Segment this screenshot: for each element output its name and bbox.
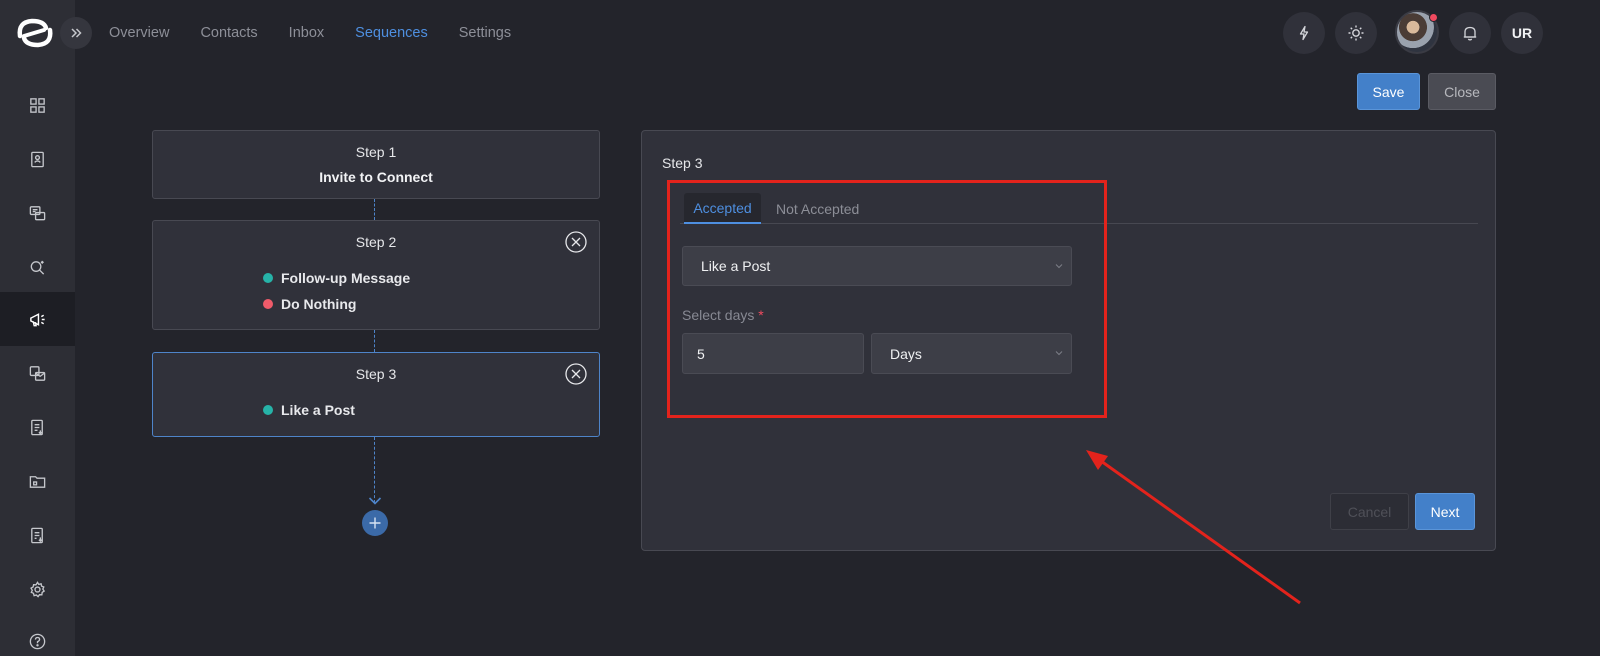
sidebar <box>0 0 75 656</box>
user-initials: UR <box>1511 25 1533 41</box>
chevron-down-icon <box>1055 264 1063 269</box>
step-option: Like a Post <box>263 402 355 418</box>
chat-icon <box>29 205 46 220</box>
sidebar-item-contacts[interactable] <box>0 132 75 186</box>
dashboard-icon <box>30 97 45 113</box>
step-connector <box>374 437 375 503</box>
cancel-button[interactable]: Cancel <box>1330 493 1409 530</box>
step-option-label: Do Nothing <box>281 296 357 312</box>
status-dot <box>1429 13 1438 22</box>
step-option: Do Nothing <box>263 296 356 312</box>
step-action: Invite to Connect <box>319 169 433 185</box>
required-asterisk: * <box>758 307 764 323</box>
days-unit-select[interactable]: Days <box>871 333 1072 374</box>
chevron-down-icon <box>1055 351 1063 356</box>
quick-actions-button[interactable] <box>1283 12 1325 54</box>
sidebar-item-dashboard[interactable] <box>0 78 75 132</box>
sidebar-item-help[interactable] <box>0 614 75 656</box>
close-icon[interactable] <box>565 363 587 385</box>
save-button[interactable]: Save <box>1357 73 1420 110</box>
sidebar-item-search[interactable] <box>0 240 75 294</box>
sidebar-item-settings[interactable] <box>0 562 75 616</box>
chevron-double-right-icon <box>71 28 82 38</box>
accepted-dot <box>263 405 273 415</box>
step-connector <box>374 199 375 220</box>
sidebar-item-campaigns[interactable] <box>0 292 75 346</box>
step-title: Step 2 <box>355 234 397 250</box>
nav-tab-sequences[interactable]: Sequences <box>355 24 428 42</box>
accepted-dot <box>263 273 273 283</box>
folder-icon <box>29 475 46 488</box>
step-title: Step 1 <box>355 144 397 160</box>
step-connector <box>374 330 375 352</box>
plus-icon <box>369 517 381 529</box>
sidebar-item-email-campaigns[interactable] <box>0 346 75 400</box>
step-option-label: Follow-up Message <box>281 270 411 286</box>
sidebar-item-reports[interactable] <box>0 508 75 562</box>
tab-not-accepted[interactable]: Not Accepted <box>776 193 859 224</box>
email-campaign-icon <box>29 365 46 381</box>
report-icon <box>31 527 43 543</box>
app-logo[interactable] <box>14 16 56 50</box>
sidebar-item-files[interactable] <box>0 454 75 508</box>
notifications-button[interactable] <box>1449 12 1491 54</box>
action-select-value: Like a Post <box>701 258 771 274</box>
sun-icon <box>1348 25 1364 41</box>
days-input[interactable]: 5 <box>682 333 864 374</box>
action-select[interactable]: Like a Post <box>682 246 1072 286</box>
panel-title: Step 3 <box>662 155 703 171</box>
chevron-down-icon <box>368 497 382 505</box>
contacts-book-icon <box>31 151 44 167</box>
search-people-icon <box>30 260 45 275</box>
nav-tab-settings[interactable]: Settings <box>459 24 511 42</box>
select-days-label: Select days * <box>682 307 764 323</box>
lightning-icon <box>1299 25 1309 41</box>
sidebar-item-chat[interactable] <box>0 186 75 240</box>
close-button[interactable]: Close <box>1428 73 1496 110</box>
close-icon[interactable] <box>565 231 587 253</box>
days-unit-value: Days <box>890 345 922 362</box>
step-title: Step 3 <box>355 366 397 382</box>
theme-toggle-button[interactable] <box>1335 12 1377 54</box>
step-card-3[interactable]: Step 3 Like a Post <box>152 352 600 437</box>
step-option-label: Like a Post <box>281 402 355 418</box>
step-editor-panel: Step 3 Accepted Not Accepted Like a Post… <box>641 130 1496 551</box>
sidebar-item-documents[interactable] <box>0 400 75 454</box>
condition-tabs: Accepted Not Accepted <box>680 193 1478 224</box>
nav-tab-contacts[interactable]: Contacts <box>200 24 257 42</box>
nav-tab-overview[interactable]: Overview <box>109 24 169 42</box>
nav-tab-inbox[interactable]: Inbox <box>289 24 324 42</box>
sidebar-expand-button[interactable] <box>60 17 92 49</box>
bell-icon <box>1463 26 1477 41</box>
days-input-value: 5 <box>697 345 705 362</box>
step-card-2[interactable]: Step 2 Follow-up Message Do Nothing <box>152 220 600 330</box>
step-card-1[interactable]: Step 1 Invite to Connect <box>152 130 600 199</box>
next-button[interactable]: Next <box>1415 493 1475 530</box>
step-option: Follow-up Message <box>263 270 410 286</box>
gear-icon <box>30 580 46 598</box>
tab-accepted[interactable]: Accepted <box>684 193 761 224</box>
add-step-button[interactable] <box>362 510 388 536</box>
top-navigation: Overview Contacts Inbox Sequences Settin… <box>109 24 542 42</box>
megaphone-icon <box>30 312 45 326</box>
help-icon <box>29 633 46 649</box>
document-list-icon <box>31 419 43 435</box>
user-menu-button[interactable]: UR <box>1501 12 1543 54</box>
not-accepted-dot <box>263 299 273 309</box>
